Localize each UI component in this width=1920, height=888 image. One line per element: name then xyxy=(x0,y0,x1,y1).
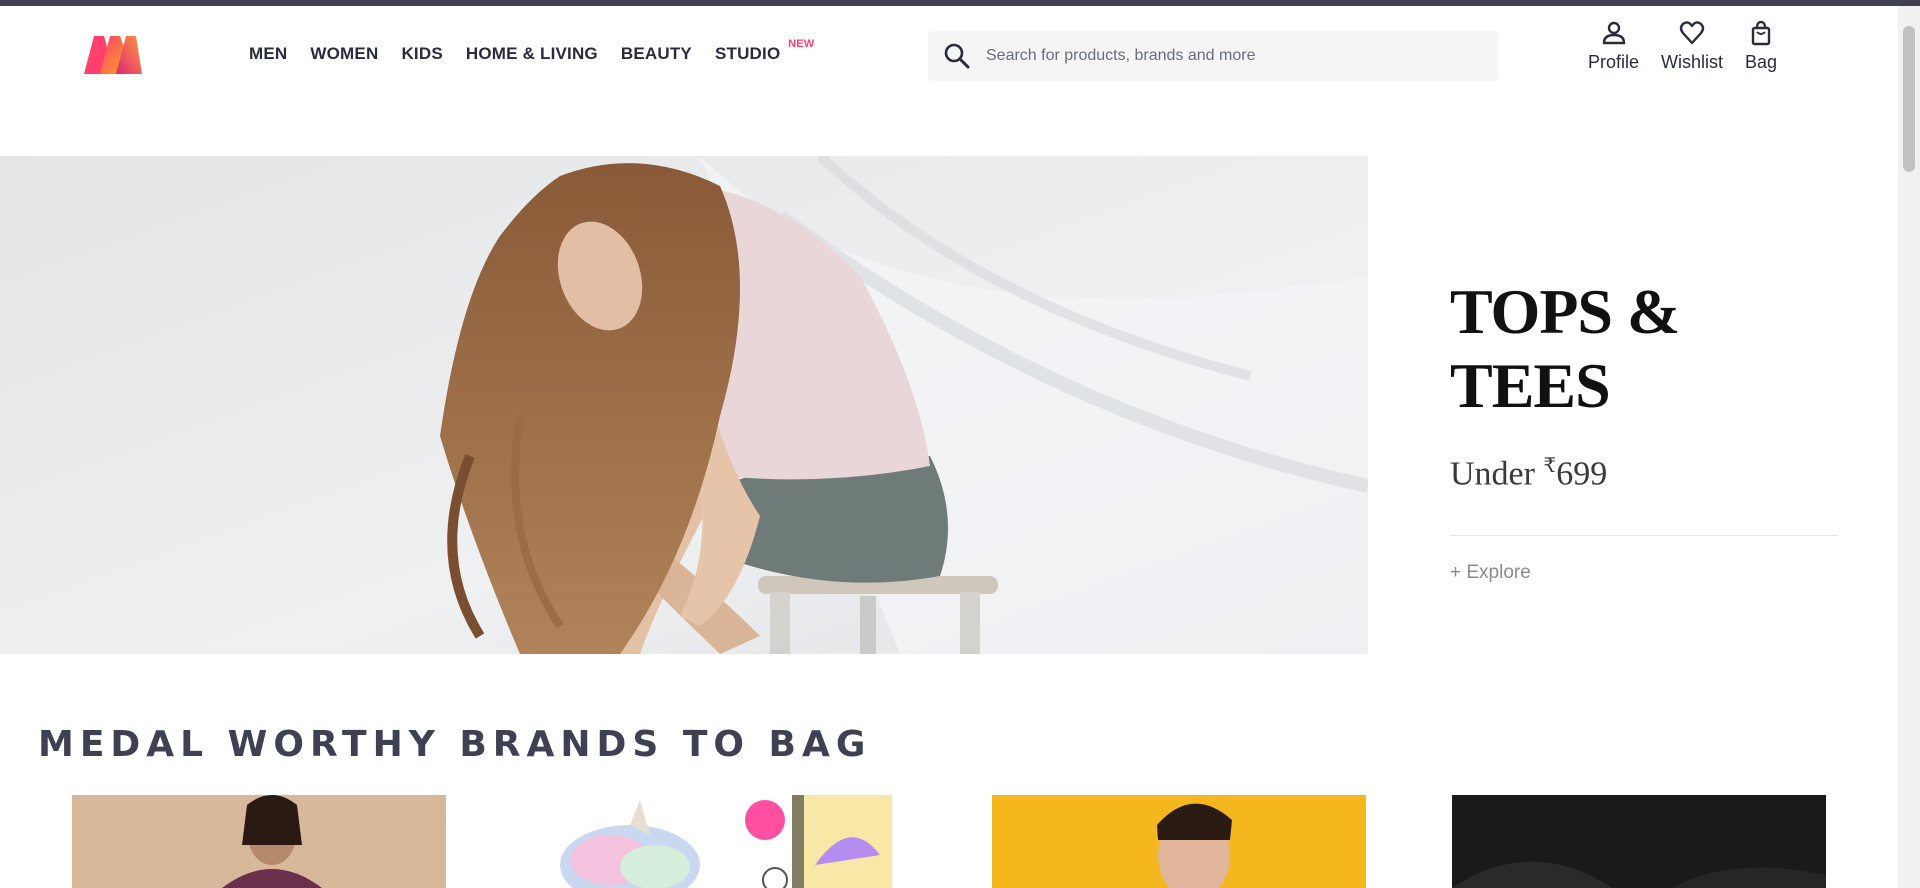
scrollbar-thumb[interactable] xyxy=(1903,26,1915,172)
brand-card-image xyxy=(530,795,904,888)
search-icon xyxy=(944,43,970,69)
nav-item-home-living[interactable]: HOME & LIVING xyxy=(466,44,598,64)
promo-price: 699 xyxy=(1556,455,1608,493)
site-header: MEN WOMEN KIDS HOME & LIVING BEAUTY STUD… xyxy=(0,6,1898,104)
brand-card-image xyxy=(72,795,446,888)
hero-promo: TOPS & TEES Under ₹699 + Explore xyxy=(1450,275,1838,584)
nav-item-studio-label: STUDIO xyxy=(714,44,781,63)
bag-button[interactable]: Bag xyxy=(1745,20,1777,73)
brand-card[interactable] xyxy=(72,795,446,888)
wishlist-label: Wishlist xyxy=(1661,52,1724,72)
bag-label: Bag xyxy=(1745,52,1778,72)
promo-title: TOPS & TEES xyxy=(1450,276,1680,421)
bag-icon xyxy=(1751,20,1771,46)
profile-icon xyxy=(1602,21,1625,45)
profile-label: Profile xyxy=(1588,52,1640,72)
brand-card-image xyxy=(992,795,1366,888)
brand-logo[interactable] xyxy=(80,30,144,78)
brand-card[interactable] xyxy=(530,795,904,888)
explore-link[interactable]: + Explore xyxy=(1450,562,1838,584)
nav-item-kids[interactable]: KIDS xyxy=(401,44,442,64)
section-title: MEDAL WORTHY BRANDS TO BAG xyxy=(38,724,872,765)
promo-divider xyxy=(1450,535,1838,537)
page-scrollbar[interactable] xyxy=(1898,6,1920,888)
brand-card[interactable] xyxy=(1452,795,1826,888)
search-input[interactable] xyxy=(984,35,1468,77)
header-actions: Profile Wishlist Bag xyxy=(1588,20,1799,73)
new-badge: NEW xyxy=(788,38,815,50)
wishlist-button[interactable]: Wishlist xyxy=(1661,20,1723,73)
nav-item-studio[interactable]: STUDIO NEW xyxy=(714,38,814,64)
promo-subtitle: Under ₹699 xyxy=(1450,453,1838,493)
hero-photo xyxy=(0,156,1368,654)
main-nav: MEN WOMEN KIDS HOME & LIVING BEAUTY STUD… xyxy=(249,38,814,64)
heart-icon xyxy=(1679,21,1705,45)
brand-card[interactable] xyxy=(992,795,1366,888)
nav-item-beauty[interactable]: BEAUTY xyxy=(621,44,692,64)
nav-item-men[interactable]: MEN xyxy=(249,44,287,64)
brand-cards-row xyxy=(0,795,1898,888)
promo-subtitle-prefix: Under xyxy=(1450,455,1544,493)
search-bar[interactable] xyxy=(928,31,1498,81)
nav-item-women[interactable]: WOMEN xyxy=(310,44,378,64)
brand-card-image xyxy=(1452,795,1826,888)
rupee-symbol: ₹ xyxy=(1543,455,1557,477)
profile-button[interactable]: Profile xyxy=(1588,20,1639,73)
hero-banner-image[interactable] xyxy=(0,156,1368,654)
